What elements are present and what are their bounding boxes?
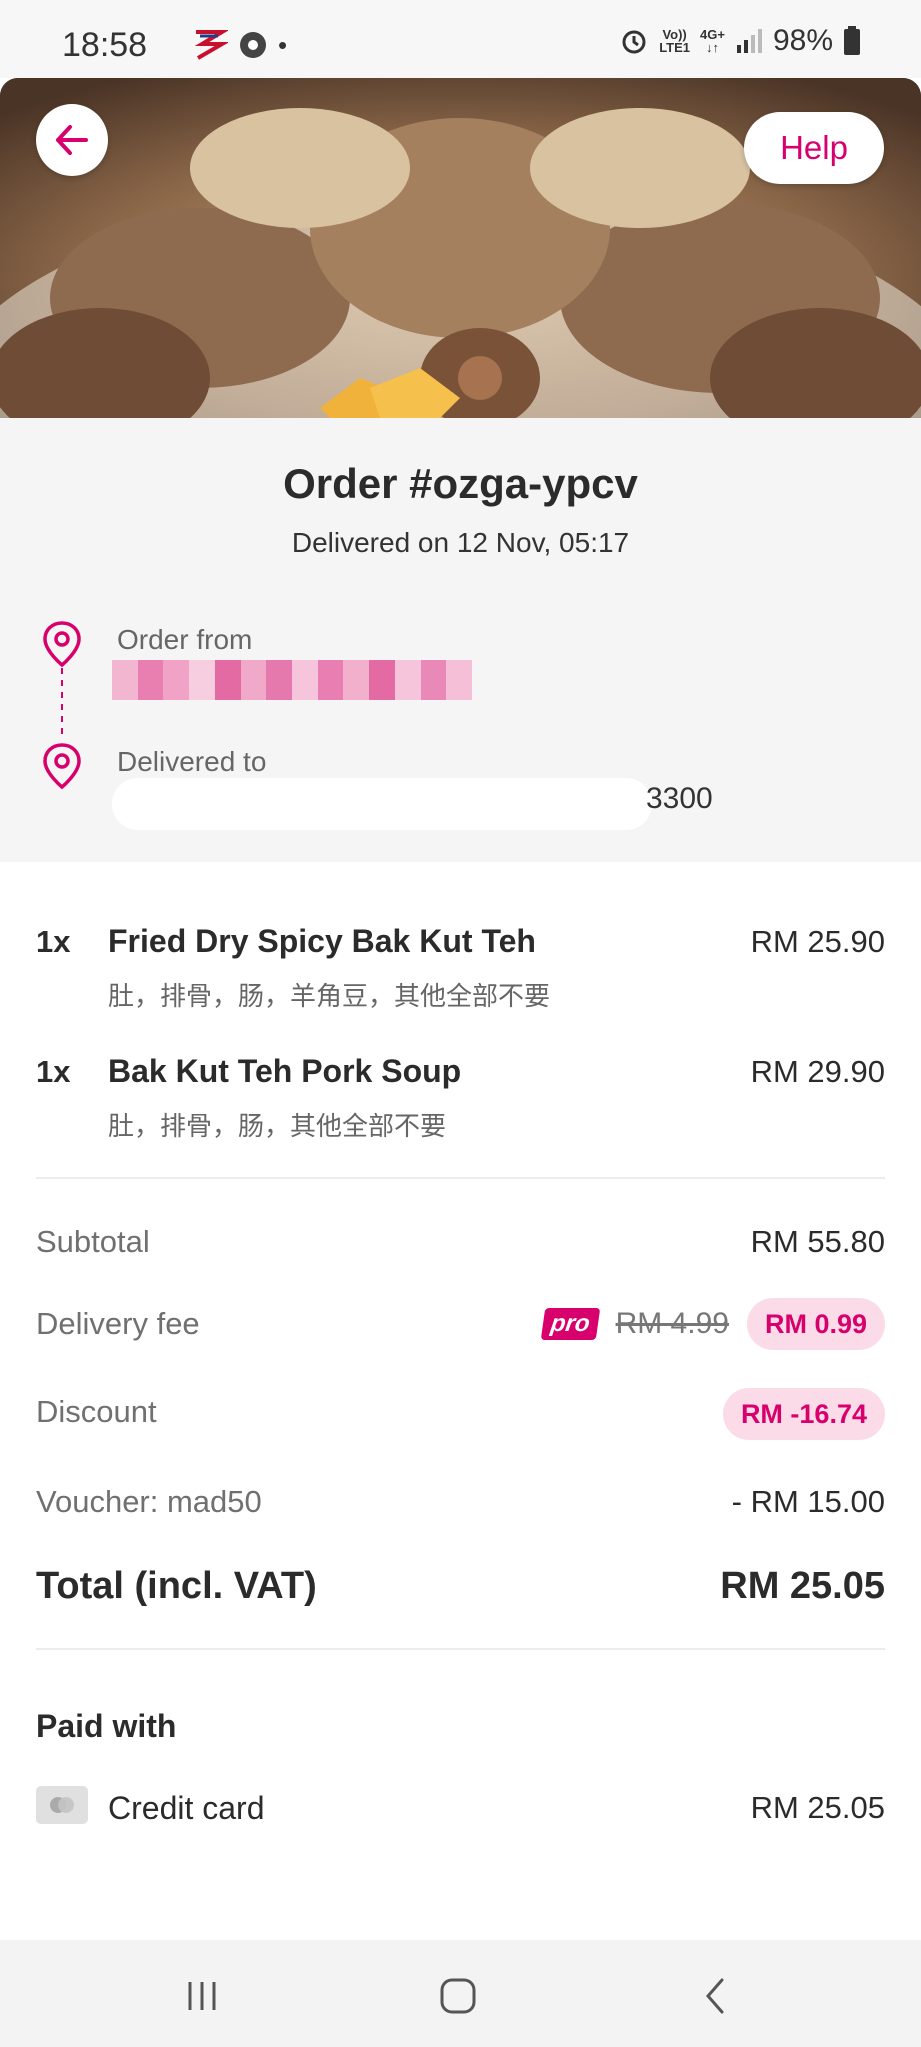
status-indicators: Vo)) LTE1 4G+ ↓↑ 98% [619, 24, 861, 58]
location-pin-icon [43, 621, 81, 668]
discount-label: Discount [36, 1394, 157, 1429]
address-redaction [112, 778, 652, 830]
delivery-fee-discounted: RM 0.99 [746, 1298, 885, 1350]
delivery-fee-values: pro RM 4.99 RM 0.99 [540, 1298, 885, 1350]
back-arrow-icon [56, 125, 88, 155]
volte-bottom: LTE1 [659, 40, 691, 55]
recent-apps-icon [188, 1982, 216, 2010]
delivered-to-label: Delivered to [117, 746, 267, 777]
recent-apps-button[interactable] [162, 1966, 242, 2026]
item-name: Bak Kut Teh Pork Soup [108, 1053, 462, 1089]
total-label: Total (incl. VAT) [36, 1565, 317, 1607]
paid-with-heading: Paid with [36, 1708, 177, 1744]
volte-indicator: Vo)) LTE1 [659, 28, 690, 54]
alarm-icon [622, 30, 646, 54]
system-back-button[interactable] [676, 1966, 756, 2026]
app-notification-icon [194, 30, 228, 60]
item-note: 肚，排骨，肠，其他全部不要 [108, 1112, 447, 1142]
subtotal-label: Subtotal [36, 1224, 150, 1259]
battery-icon [844, 26, 860, 55]
help-button[interactable]: Help [744, 112, 884, 184]
order-title: Order #ozga-ypcv [283, 460, 638, 507]
network-indicator: 4G+ ↓↑ [700, 28, 725, 54]
network-arrows: ↓↑ [705, 40, 719, 55]
signal-icon [736, 29, 762, 53]
voucher-value: - RM 15.00 [731, 1484, 885, 1519]
location-pin-icon [43, 743, 81, 790]
chrome-icon [240, 32, 266, 58]
payment-method: Credit card [108, 1790, 265, 1826]
item-name: Fried Dry Spicy Bak Kut Teh [108, 923, 536, 959]
battery-percent: 98% [772, 24, 833, 57]
divider [36, 1648, 885, 1650]
delivery-fee-original: RM 4.99 [615, 1307, 729, 1340]
delivery-fee-label: Delivery fee [36, 1306, 200, 1341]
item-note: 肚，排骨，肠，羊角豆，其他全部不要 [108, 982, 551, 1012]
back-icon [706, 1978, 724, 2014]
payment-amount: RM 25.05 [750, 1790, 885, 1825]
status-app-icons: • [192, 28, 287, 62]
back-button[interactable] [36, 104, 108, 176]
home-button[interactable] [418, 1966, 498, 2026]
delivery-address-suffix: 3300 [646, 782, 713, 815]
item-price: RM 25.90 [750, 924, 885, 959]
restaurant-name-redacted [112, 660, 473, 700]
order-from-label: Order from [117, 624, 253, 655]
divider [36, 1177, 885, 1179]
item-quantity: 1x [36, 924, 71, 959]
discount-value-wrap: RM -16.74 [722, 1388, 885, 1440]
total-value: RM 25.05 [720, 1565, 885, 1607]
status-time: 18:58 [62, 26, 148, 64]
voucher-label: Voucher: mad50 [36, 1484, 262, 1519]
item-price: RM 29.90 [750, 1054, 885, 1089]
credit-card-icon [36, 1786, 88, 1824]
pro-badge: pro [540, 1308, 600, 1340]
home-icon [440, 1978, 476, 2014]
item-quantity: 1x [36, 1054, 71, 1089]
delivered-on: Delivered on 12 Nov, 05:17 [291, 527, 630, 558]
status-dot: • [278, 29, 288, 60]
discount-value: RM -16.74 [722, 1388, 885, 1440]
subtotal-value: RM 55.80 [750, 1224, 885, 1259]
